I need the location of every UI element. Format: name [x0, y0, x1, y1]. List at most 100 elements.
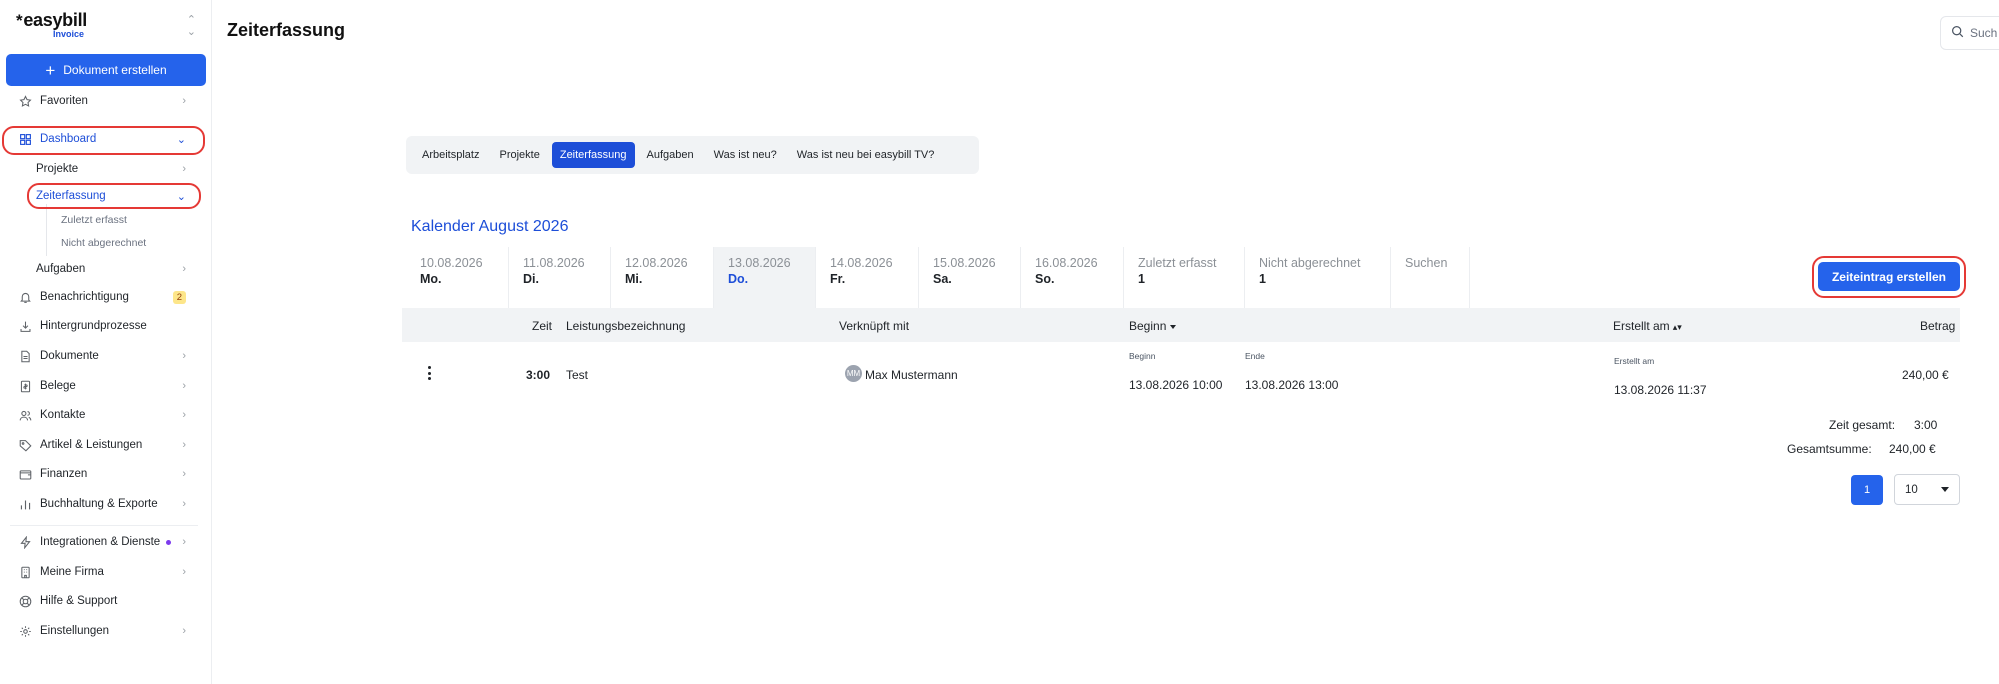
column-verknuepft: Verknüpft mit: [839, 319, 910, 333]
row-beginn: 13.08.2026 10:00: [1129, 378, 1223, 392]
tab-projekte[interactable]: Projekte: [491, 142, 547, 168]
chevron-right-icon: ›: [182, 263, 186, 275]
chevron-right-icon: ›: [182, 439, 186, 451]
sidebar-item-projekte[interactable]: Projekte ›: [36, 159, 196, 179]
sidebar-item-buchhaltung[interactable]: Buchhaltung & Exporte ›: [8, 493, 198, 515]
total-summe-label: Gesamtsumme:: [1787, 442, 1872, 456]
calendar-day-thursday[interactable]: 13.08.2026 Do.: [714, 247, 816, 308]
sort-icon: ▴▾: [1672, 322, 1682, 332]
sidebar-item-kontakte[interactable]: Kontakte ›: [8, 404, 198, 426]
sidebar-item-dashboard[interactable]: Dashboard ⌄: [8, 128, 198, 150]
sidebar-item-aufgaben[interactable]: Aufgaben ›: [36, 259, 196, 279]
chevron-right-icon: ›: [182, 536, 186, 548]
row-ende: 13.08.2026 13:00: [1245, 378, 1339, 392]
wallet-icon: [18, 467, 32, 481]
chevron-right-icon: ›: [182, 163, 186, 175]
calendar-day-wednesday[interactable]: 12.08.2026 Mi.: [611, 247, 714, 308]
download-icon: [18, 319, 32, 333]
calendar-day-strip: 10.08.2026 Mo. 11.08.2026 Di. 12.08.2026 Mi…: [406, 247, 1470, 308]
total-zeit-label: Zeit gesamt:: [1829, 418, 1896, 432]
new-indicator-dot: [166, 539, 172, 545]
dashboard-tabs: Arbeitsplatz Projekte Zeiterfassung Aufg…: [406, 136, 979, 174]
filter-zuletzt-erfasst[interactable]: Zuletzt erfasst 1: [1124, 247, 1245, 308]
sidebar: *easybill Invoice ⌃ ⌄ + Dokument erstelle…: [0, 0, 212, 684]
create-document-button[interactable]: + Dokument erstellen: [6, 54, 206, 86]
receipt-icon: [18, 379, 32, 393]
sort-desc-icon: [1170, 324, 1177, 329]
sidebar-item-nicht-abgerechnet[interactable]: Nicht abgerechnet: [61, 234, 146, 252]
sidebar-item-hintergrundprozesse[interactable]: Hintergrundprozesse: [8, 315, 198, 337]
calendar-title: Kalender August 2026: [411, 218, 569, 235]
sidebar-item-zuletzt-erfasst[interactable]: Zuletzt erfasst: [61, 211, 127, 229]
table-header: Zeit Leistungsbezeichnung Verknüpft mit …: [402, 308, 1960, 342]
total-zeit-value: 3:00: [1914, 418, 1938, 432]
building-icon: [18, 565, 32, 579]
calendar-day-saturday[interactable]: 15.08.2026 Sa.: [919, 247, 1021, 308]
chevron-down-icon: ⌄: [176, 133, 186, 146]
row-zeit: 3:00: [526, 368, 551, 382]
row-menu-icon[interactable]: [426, 366, 432, 380]
row-leistung: Test: [566, 368, 589, 382]
calendar-day-monday[interactable]: 10.08.2026 Mo.: [406, 247, 509, 308]
filter-nicht-abgerechnet[interactable]: Nicht abgerechnet 1: [1245, 247, 1391, 308]
row-erstellt: 13.08.2026 11:37: [1614, 383, 1707, 397]
chevron-right-icon: ›: [182, 380, 186, 392]
caret-down-icon: [1941, 487, 1949, 492]
calendar-day-tuesday[interactable]: 11.08.2026 Di.: [509, 247, 611, 308]
chevron-down-icon: ⌄: [176, 190, 186, 203]
users-icon: [18, 408, 32, 422]
column-beginn[interactable]: Beginn: [1129, 319, 1177, 333]
tab-arbeitsplatz[interactable]: Arbeitsplatz: [414, 142, 487, 168]
tab-easybill-tv[interactable]: Was ist neu bei easybill TV?: [789, 142, 943, 168]
column-betrag: Betrag: [1920, 319, 1956, 333]
sidebar-item-einstellungen[interactable]: Einstellungen ›: [8, 620, 198, 642]
filter-suchen[interactable]: Suchen: [1391, 247, 1470, 308]
row-ende-label: Ende: [1245, 351, 1265, 361]
column-leistung: Leistungsbezeichnung: [566, 319, 686, 333]
row-kontakt[interactable]: Max Mustermann: [865, 368, 958, 382]
column-erstellt[interactable]: Erstellt am ▴▾: [1613, 319, 1682, 333]
tab-zeiterfassung[interactable]: Zeiterfassung: [551, 142, 635, 168]
pagination-page-button[interactable]: 1: [1851, 475, 1883, 505]
row-beginn-label: Beginn: [1129, 351, 1156, 361]
avatar: MM: [845, 365, 862, 382]
chevron-right-icon: ›: [182, 409, 186, 421]
sidebar-item-finanzen[interactable]: Finanzen ›: [8, 463, 198, 485]
sidebar-item-favoriten[interactable]: Favoriten ›: [8, 90, 198, 112]
chevron-right-icon: ›: [182, 498, 186, 510]
search-input[interactable]: Such: [1940, 16, 1999, 50]
logo[interactable]: *easybill Invoice ⌃ ⌄: [16, 10, 196, 42]
page-title: Zeiterfassung: [227, 20, 346, 40]
chevron-right-icon: ›: [182, 566, 186, 578]
sidebar-item-zeiterfassung[interactable]: Zeiterfassung ⌄: [36, 186, 196, 206]
sidebar-item-dokumente[interactable]: Dokumente ›: [8, 345, 198, 367]
plus-icon: +: [45, 60, 56, 80]
create-time-entry-button[interactable]: Zeiteintrag erstellen: [1818, 262, 1960, 291]
sidebar-item-hilfe[interactable]: Hilfe & Support: [8, 590, 198, 612]
bar-chart-icon: [18, 497, 32, 511]
sidebar-item-benachrichtigung[interactable]: Benachrichtigung 2: [8, 286, 198, 308]
chevron-right-icon: ›: [182, 95, 186, 107]
page-size-select[interactable]: 10: [1894, 474, 1960, 505]
logo-product: Invoice: [53, 29, 85, 39]
gear-icon: [18, 624, 32, 638]
total-summe-value: 240,00 €: [1889, 442, 1936, 456]
tab-aufgaben[interactable]: Aufgaben: [639, 142, 702, 168]
calendar-day-sunday[interactable]: 16.08.2026 So.: [1021, 247, 1124, 308]
tag-icon: [18, 438, 32, 452]
calendar-day-friday[interactable]: 14.08.2026 Fr.: [816, 247, 919, 308]
row-erstellt-label: Erstellt am: [1614, 356, 1655, 366]
bell-icon: [18, 290, 32, 304]
chevron-right-icon: ›: [182, 350, 186, 362]
dashboard-icon: [18, 132, 32, 146]
sidebar-item-artikel[interactable]: Artikel & Leistungen ›: [8, 434, 198, 456]
sidebar-item-firma[interactable]: Meine Firma ›: [8, 561, 198, 583]
star-icon: [18, 94, 32, 108]
sidebar-item-belege[interactable]: Belege ›: [8, 375, 198, 397]
column-zeit: Zeit: [532, 319, 553, 333]
updown-icon[interactable]: ⌃ ⌄: [187, 14, 196, 38]
document-icon: [18, 349, 32, 363]
sidebar-divider: [10, 525, 198, 526]
tab-was-ist-neu[interactable]: Was ist neu?: [706, 142, 785, 168]
sidebar-item-integrationen[interactable]: Integrationen & Dienste ›: [8, 531, 198, 553]
